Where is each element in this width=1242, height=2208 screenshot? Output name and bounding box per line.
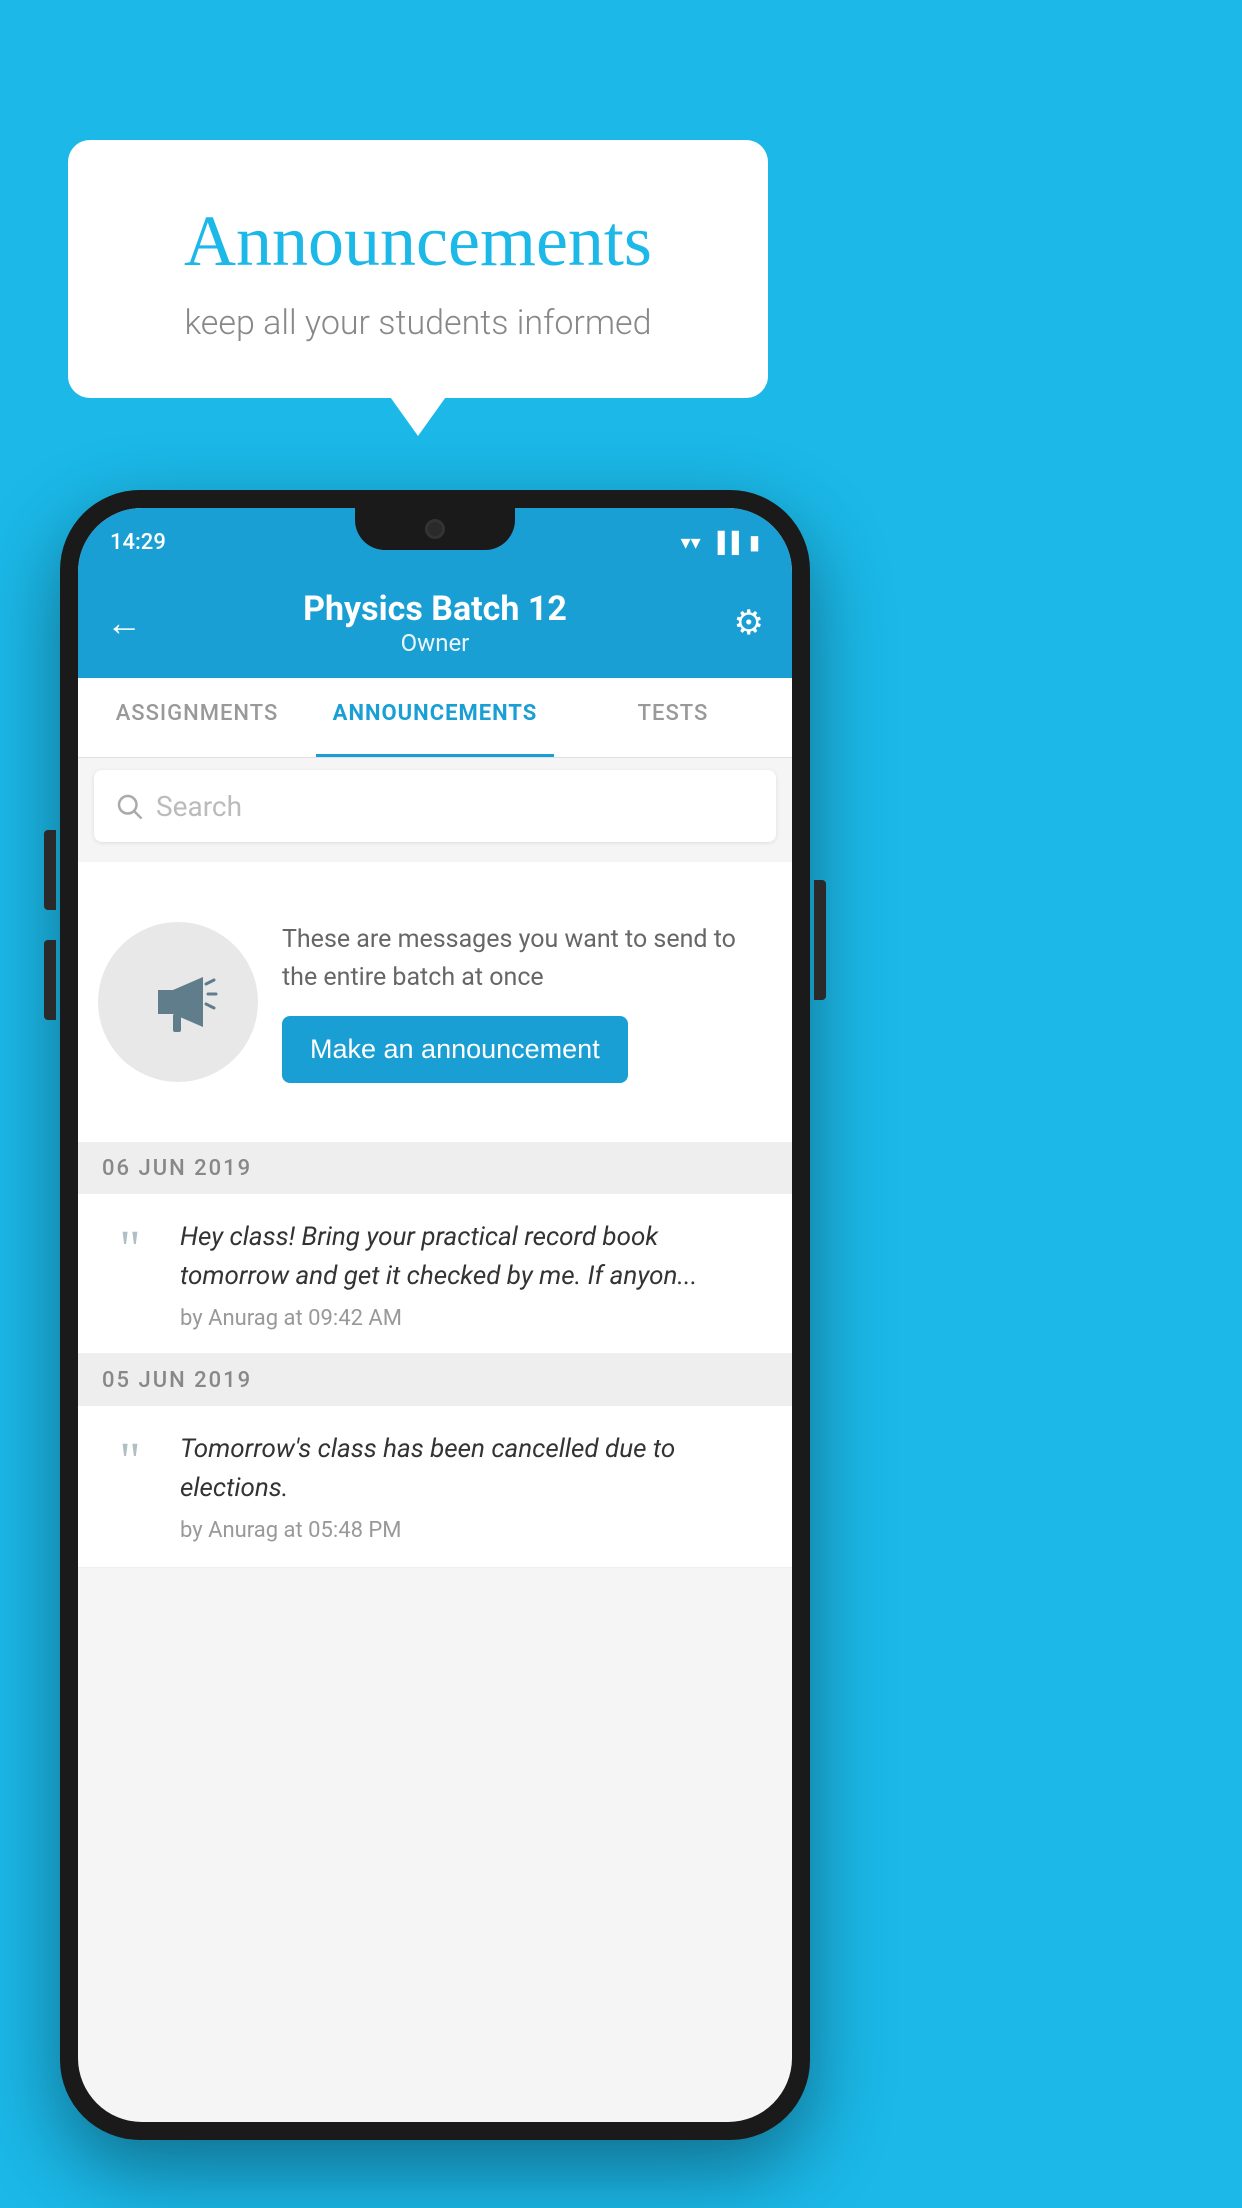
- quote-icon-2: ": [98, 1430, 162, 1494]
- tab-tests[interactable]: TESTS: [554, 678, 792, 757]
- tab-announcements[interactable]: ANNOUNCEMENTS: [316, 678, 554, 757]
- search-icon: [114, 791, 144, 821]
- speech-bubble-subtitle: keep all your students informed: [118, 303, 718, 343]
- status-time: 14:29: [110, 522, 166, 555]
- announcement-meta-1: by Anurag at 09:42 AM: [180, 1306, 772, 1331]
- announcement-content-1: Hey class! Bring your practical record b…: [180, 1218, 772, 1331]
- phone-screen: 14:29 ▾▾ ▐▐ ▮ ← Physics Batch 12 Owner ⚙…: [78, 508, 792, 2122]
- speech-bubble-title: Announcements: [118, 200, 718, 283]
- front-camera: [425, 519, 445, 539]
- signal-icon: ▐▐: [711, 530, 739, 555]
- date-label-june5: 05 JUN 2019: [102, 1368, 252, 1393]
- search-placeholder: Search: [156, 790, 242, 823]
- tab-assignments[interactable]: ASSIGNMENTS: [78, 678, 316, 757]
- volume-up-button: [44, 830, 56, 910]
- power-button: [814, 880, 826, 1000]
- date-separator-june5: 05 JUN 2019: [78, 1354, 792, 1406]
- back-button[interactable]: ←: [106, 602, 156, 644]
- quote-icon-1: ": [98, 1218, 162, 1282]
- settings-icon[interactable]: ⚙: [714, 603, 764, 643]
- batch-title: Physics Batch 12: [156, 589, 714, 629]
- battery-icon: ▮: [749, 530, 760, 554]
- announcement-item-2[interactable]: " Tomorrow's class has been cancelled du…: [78, 1406, 792, 1568]
- announcement-content-2: Tomorrow's class has been cancelled due …: [180, 1430, 772, 1543]
- announcement-message-1: Hey class! Bring your practical record b…: [180, 1218, 772, 1296]
- search-bar[interactable]: Search: [94, 770, 776, 842]
- volume-down-button: [44, 940, 56, 1020]
- app-header: ← Physics Batch 12 Owner ⚙: [78, 568, 792, 678]
- promo-description: These are messages you want to send to t…: [282, 921, 772, 996]
- phone-notch: [355, 508, 515, 550]
- date-label-june6: 06 JUN 2019: [102, 1156, 252, 1181]
- announcement-item-1[interactable]: " Hey class! Bring your practical record…: [78, 1194, 792, 1354]
- speech-bubble-container: Announcements keep all your students inf…: [68, 140, 768, 398]
- phone-mockup: 14:29 ▾▾ ▐▐ ▮ ← Physics Batch 12 Owner ⚙…: [60, 490, 810, 2140]
- megaphone-icon: [138, 962, 218, 1042]
- megaphone-icon-circle: [98, 922, 258, 1082]
- status-icons: ▾▾ ▐▐ ▮: [681, 522, 760, 555]
- tabs-bar: ASSIGNMENTS ANNOUNCEMENTS TESTS: [78, 678, 792, 758]
- date-separator-june6: 06 JUN 2019: [78, 1142, 792, 1194]
- announcement-meta-2: by Anurag at 05:48 PM: [180, 1518, 772, 1543]
- wifi-icon: ▾▾: [681, 530, 701, 554]
- promo-right-content: These are messages you want to send to t…: [282, 921, 772, 1083]
- announcement-message-2: Tomorrow's class has been cancelled due …: [180, 1430, 772, 1508]
- promo-area: These are messages you want to send to t…: [78, 862, 792, 1142]
- make-announcement-button[interactable]: Make an announcement: [282, 1016, 628, 1083]
- speech-bubble-card: Announcements keep all your students inf…: [68, 140, 768, 398]
- batch-role: Owner: [156, 629, 714, 657]
- header-center: Physics Batch 12 Owner: [156, 589, 714, 657]
